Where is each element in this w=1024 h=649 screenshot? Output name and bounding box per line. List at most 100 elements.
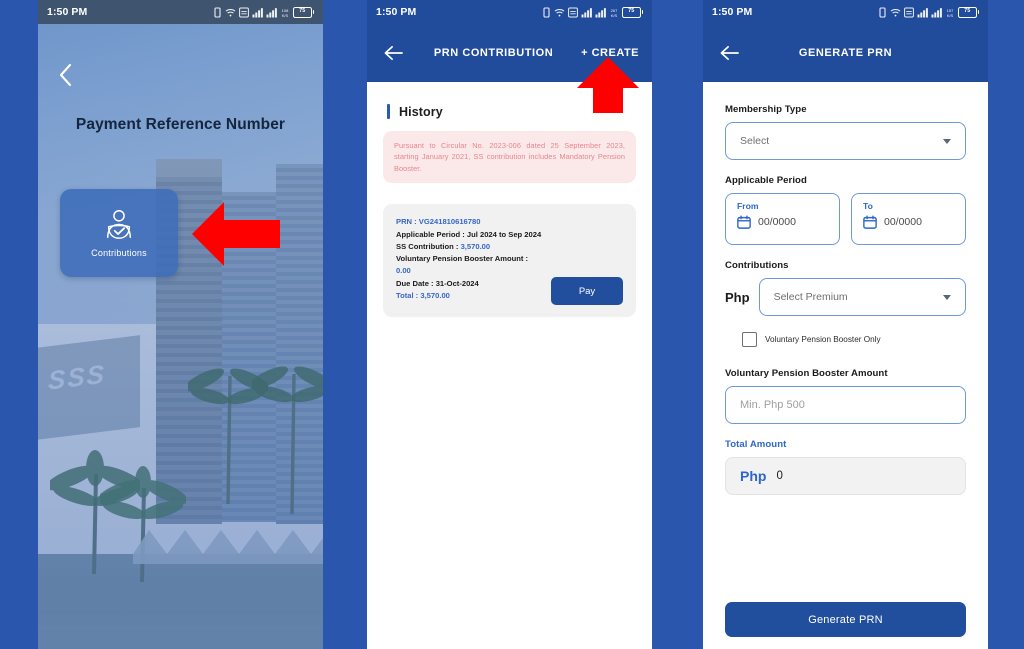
- applicable-period-label: Applicable Period: [725, 175, 807, 186]
- status-bar-panel3: 1:50 PM 157 K/S 75: [703, 0, 988, 24]
- total-amount-value: 0: [776, 470, 783, 482]
- chevron-down-icon: [943, 138, 951, 144]
- prn-label: PRN :: [396, 217, 417, 227]
- premium-value: Select Premium: [773, 291, 848, 303]
- ss-contribution-row: SS Contribution : 3,570.00: [396, 241, 623, 253]
- phone-screen-prn-contribution: 1:50 PM 267 K/S 75 PRN CONTRIBUTION + CR…: [367, 0, 652, 649]
- app-bar-title: GENERATE PRN: [798, 47, 893, 59]
- applicable-period-label: Applicable Period :: [396, 229, 465, 239]
- left-arrow-annotation: [192, 202, 280, 266]
- vpb-amount-value-row: 0.00: [396, 265, 623, 277]
- applicable-period-row: From 00/0000 To 00/0000: [725, 193, 966, 245]
- signal-sim1-icon: [252, 7, 263, 17]
- vpb-amount-label: Voluntary Pension Booster Amount :: [396, 254, 529, 264]
- battery-level: 75: [299, 8, 306, 15]
- data-saver-icon: [903, 7, 914, 17]
- history-title: History: [399, 104, 443, 119]
- prn-contribution-body: History Pursuant to Circular No. 2023-00…: [367, 82, 652, 649]
- status-bar-panel2: 1:50 PM 267 K/S 75: [367, 0, 652, 24]
- generate-prn-button[interactable]: Generate PRN: [725, 602, 966, 637]
- page-title: Payment Reference Number: [75, 116, 286, 133]
- vpb-amount-placeholder: Min. Php 500: [740, 399, 805, 411]
- battery-icon: 75: [957, 6, 979, 18]
- applicable-period-value: Jul 2024 to Sep 2024: [466, 229, 542, 239]
- membership-type-label: Membership Type: [725, 104, 807, 115]
- total-amount-display: Php 0: [725, 457, 966, 495]
- signal-sim1-icon: [917, 7, 928, 17]
- total-amount-currency: Php: [740, 468, 767, 484]
- ss-contribution-value: 3,570.00: [460, 241, 491, 251]
- network-speed-icon: 267K/S: [610, 8, 617, 18]
- period-to-field[interactable]: To 00/0000: [851, 193, 966, 245]
- back-button[interactable]: [380, 40, 406, 66]
- contributions-label: Contributions: [725, 260, 789, 271]
- vpb-amount-input[interactable]: Min. Php 500: [725, 386, 966, 424]
- data-saver-icon: [567, 7, 578, 17]
- battery-level: 75: [964, 8, 971, 15]
- contributions-person-check-icon: [106, 209, 132, 239]
- vibrate-icon: [214, 6, 221, 18]
- circular-notice-banner: Pursuant to Circular No. 2023-006 dated …: [383, 131, 636, 184]
- wifi-icon: [890, 8, 901, 16]
- battery-level: 75: [628, 8, 635, 15]
- vpb-only-checkbox-label: Voluntary Pension Booster Only: [765, 335, 881, 344]
- app-bar-generate-prn: GENERATE PRN: [703, 24, 988, 82]
- signal-sim2-icon: [931, 7, 942, 17]
- signal-sim2-icon: [595, 7, 606, 17]
- svg-text:K/S: K/S: [946, 13, 953, 18]
- vpb-amount-label: Voluntary Pension Booster Amount: [725, 368, 888, 379]
- calendar-icon: [737, 215, 751, 229]
- contributions-row: Php Select Premium: [725, 278, 966, 316]
- network-speed-icon: 108K/S: [281, 8, 288, 18]
- panel1-background-photo: SSS: [38, 24, 323, 649]
- applicable-period-row: Applicable Period : Jul 2024 to Sep 2024: [396, 229, 623, 241]
- back-button[interactable]: [52, 62, 78, 88]
- status-bar-time: 1:50 PM: [712, 6, 753, 18]
- phone-screen-payment-reference-number: 1:50 PM 108 K/S 75 Payment Reference Num…: [38, 0, 323, 649]
- contributions-tile[interactable]: Contributions: [60, 189, 178, 277]
- period-from-value: 00/0000: [758, 216, 796, 228]
- status-bar-time: 1:50 PM: [376, 6, 417, 18]
- vibrate-icon: [879, 6, 886, 18]
- vpb-only-checkbox-row: Voluntary Pension Booster Only: [725, 332, 966, 347]
- due-date-value: 31-Oct-2024: [435, 278, 479, 288]
- contributions-currency: Php: [725, 289, 750, 305]
- status-bar-icons: 157 K/S 75: [879, 6, 979, 18]
- vpb-only-checkbox[interactable]: [742, 332, 757, 347]
- back-button[interactable]: [716, 40, 742, 66]
- wifi-icon: [554, 8, 565, 16]
- wifi-icon: [225, 8, 236, 16]
- total-value: 3,570.00: [420, 291, 450, 301]
- period-from-caption: From: [737, 201, 759, 211]
- pay-button[interactable]: Pay: [551, 277, 623, 306]
- data-saver-icon: [238, 7, 249, 17]
- signal-sim1-icon: [581, 7, 592, 17]
- total-amount-label: Total Amount: [725, 439, 787, 450]
- prn-history-card[interactable]: PRN : VG241810616780 Applicable Period :…: [383, 204, 636, 318]
- section-accent-bar: [387, 104, 390, 119]
- status-bar-icons: 108 K/S 75: [214, 6, 314, 18]
- battery-icon: 75: [292, 6, 314, 18]
- signal-sim2-icon: [266, 7, 277, 17]
- status-bar-time: 1:50 PM: [47, 6, 88, 18]
- prn-value: VG241810616780: [418, 217, 481, 227]
- vibrate-icon: [543, 6, 550, 18]
- prn-number-row: PRN : VG241810616780: [396, 216, 623, 228]
- due-date-label: Due Date :: [396, 278, 434, 288]
- calendar-icon: [863, 215, 877, 229]
- premium-select[interactable]: Select Premium: [758, 278, 966, 316]
- arrow-left-icon: [720, 45, 739, 61]
- status-bar-icons: 267 K/S 75: [543, 6, 643, 18]
- period-from-field[interactable]: From 00/0000: [725, 193, 840, 245]
- up-arrow-annotation: [577, 57, 639, 113]
- generate-prn-form: Membership Type Select Applicable Period…: [703, 82, 988, 649]
- svg-text:K/S: K/S: [610, 13, 617, 18]
- chevron-left-icon: [59, 63, 71, 87]
- membership-type-select[interactable]: Select: [725, 122, 966, 160]
- vpb-amount-value: 0.00: [396, 266, 411, 276]
- app-bar-title: PRN CONTRIBUTION: [433, 47, 554, 59]
- period-to-caption: To: [863, 201, 873, 211]
- ss-contribution-label: SS Contribution :: [396, 241, 459, 251]
- chevron-down-icon: [943, 294, 951, 300]
- arrow-left-icon: [384, 45, 403, 61]
